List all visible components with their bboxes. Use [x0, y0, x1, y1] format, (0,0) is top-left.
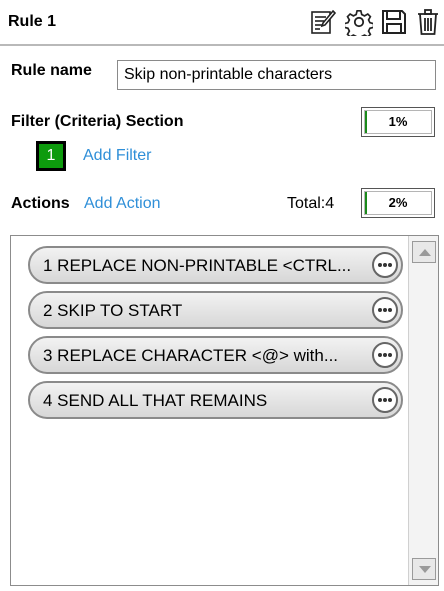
more-options-icon[interactable] [372, 342, 398, 368]
action-item-label: 2 SKIP TO START [43, 301, 183, 320]
rule-name-field[interactable] [117, 60, 436, 90]
actions-progress-text: 2% [388, 195, 408, 210]
arrow-up-icon [419, 249, 431, 256]
actions-label: Actions [11, 195, 70, 212]
add-filter-link[interactable]: Add Filter [83, 147, 151, 165]
edit-notes-icon[interactable] [309, 8, 337, 36]
action-item[interactable]: 4 SEND ALL THAT REMAINS [28, 381, 403, 419]
more-options-icon[interactable] [372, 387, 398, 413]
arrow-down-icon [419, 566, 431, 573]
scroll-down-button[interactable] [412, 558, 436, 580]
page-title: Rule 1 [8, 13, 57, 30]
save-icon[interactable] [380, 8, 408, 36]
filter-count-badge[interactable]: 1 [36, 141, 66, 171]
actions-total: Total:4 [287, 195, 335, 212]
list-scrollbar[interactable] [408, 236, 438, 585]
filter-progress: 1% [361, 107, 435, 137]
actions-list[interactable]: 1 REPLACE NON-PRINTABLE <CTRL... 2 SKIP … [10, 235, 439, 586]
trash-icon[interactable] [414, 8, 442, 36]
filter-progress-text: 1% [388, 114, 408, 129]
action-item-label: 4 SEND ALL THAT REMAINS [43, 391, 268, 410]
scroll-up-button[interactable] [412, 241, 436, 263]
more-options-icon[interactable] [372, 297, 398, 323]
actions-progress: 2% [361, 188, 435, 218]
action-item[interactable]: 1 REPLACE NON-PRINTABLE <CTRL... [28, 246, 403, 284]
filter-section-label: Filter (Criteria) Section [11, 113, 184, 130]
add-action-link[interactable]: Add Action [84, 195, 161, 213]
filter-count: 1 [39, 144, 63, 168]
action-item[interactable]: 3 REPLACE CHARACTER <@> with... [28, 336, 403, 374]
gear-icon[interactable] [345, 8, 373, 36]
action-item-label: 1 REPLACE NON-PRINTABLE <CTRL... [43, 256, 352, 275]
action-item-label: 3 REPLACE CHARACTER <@> with... [43, 346, 339, 365]
rule-header: Rule 1 [0, 0, 444, 46]
rule-name-label: Rule name [11, 62, 92, 79]
more-options-icon[interactable] [372, 252, 398, 278]
action-item[interactable]: 2 SKIP TO START [28, 291, 403, 329]
